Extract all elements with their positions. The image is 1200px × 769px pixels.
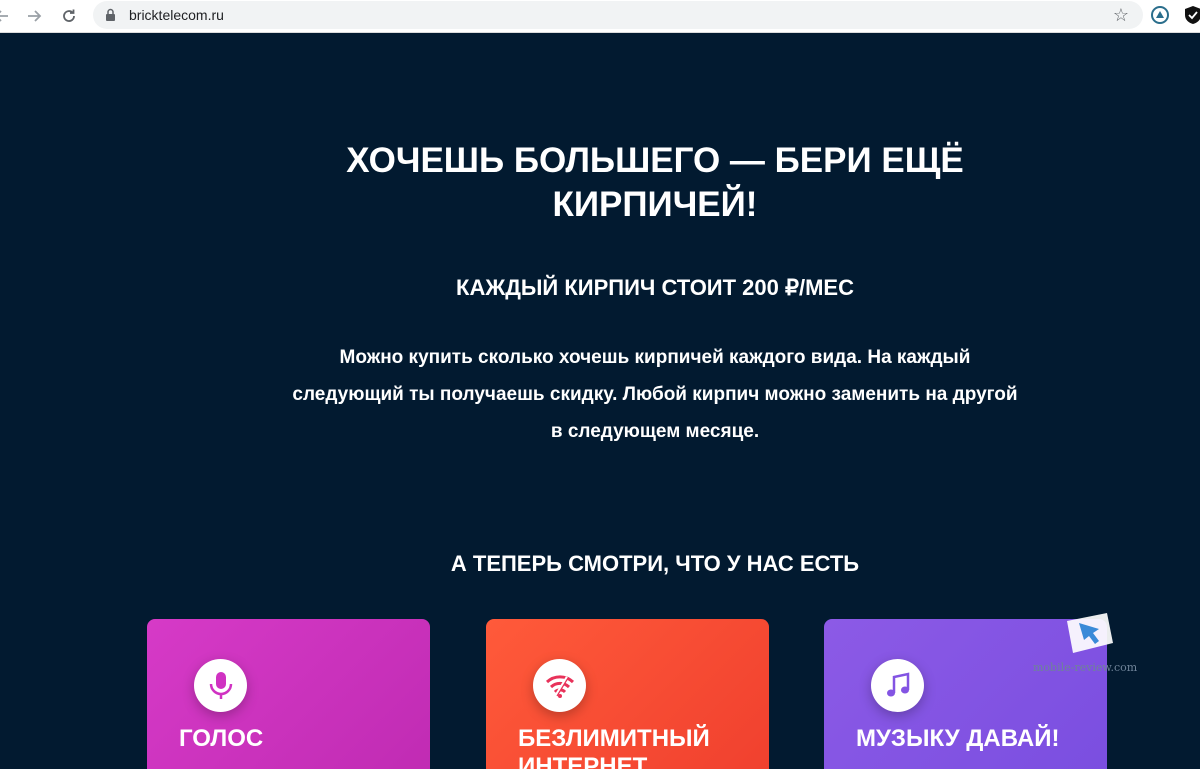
hero-description: Можно купить сколько хочешь кирпичей каж… xyxy=(292,347,1018,442)
lock-icon xyxy=(106,8,115,21)
offer-card-voice[interactable]: ГОЛОС xyxy=(147,619,430,769)
watermark-text: mobile-review.com xyxy=(1033,661,1138,674)
extension-icon[interactable] xyxy=(1150,5,1170,30)
address-bar[interactable]: bricktelecom.ru ☆ xyxy=(93,1,1143,29)
forward-button[interactable] xyxy=(22,4,46,28)
offer-card-internet[interactable]: БЕЗЛИМИТНЫЙ ИНТЕРНЕТ xyxy=(486,619,769,769)
url-text: bricktelecom.ru xyxy=(129,7,224,23)
watermark-logo-icon xyxy=(1067,613,1113,653)
back-arrow-icon xyxy=(0,10,8,22)
reload-icon xyxy=(63,9,75,22)
offer-card-title: БЕЗЛИМИТНЫЙ ИНТЕРНЕТ xyxy=(518,725,710,769)
microphone-icon xyxy=(194,659,247,712)
bookmark-star-icon[interactable]: ☆ xyxy=(1113,5,1129,25)
wifi-icon xyxy=(533,659,586,712)
back-button[interactable] xyxy=(0,4,14,28)
offer-card-title: ГОЛОС xyxy=(179,725,264,752)
offers-heading: А ТЕПЕРЬ СМОТРИ, ЧТО У НАС ЕСТЬ xyxy=(450,551,860,576)
music-note-icon xyxy=(871,659,924,712)
browser-toolbar: bricktelecom.ru ☆ xyxy=(0,0,1200,33)
forward-arrow-icon xyxy=(28,10,42,22)
hero-title: ХОЧЕШЬ БОЛЬШЕГО — БЕРИ ЕЩЁ КИРПИЧЕЙ! xyxy=(346,141,964,224)
price-heading: КАЖДЫЙ КИРПИЧ СТОИТ 200 ₽/МЕС xyxy=(456,275,854,300)
shield-extension-icon[interactable] xyxy=(1184,5,1200,30)
reload-button[interactable] xyxy=(57,4,81,28)
offer-card-title: МУЗЫКУ ДАВАЙ! xyxy=(856,725,1060,752)
watermark: mobile-review.com xyxy=(1033,611,1143,681)
